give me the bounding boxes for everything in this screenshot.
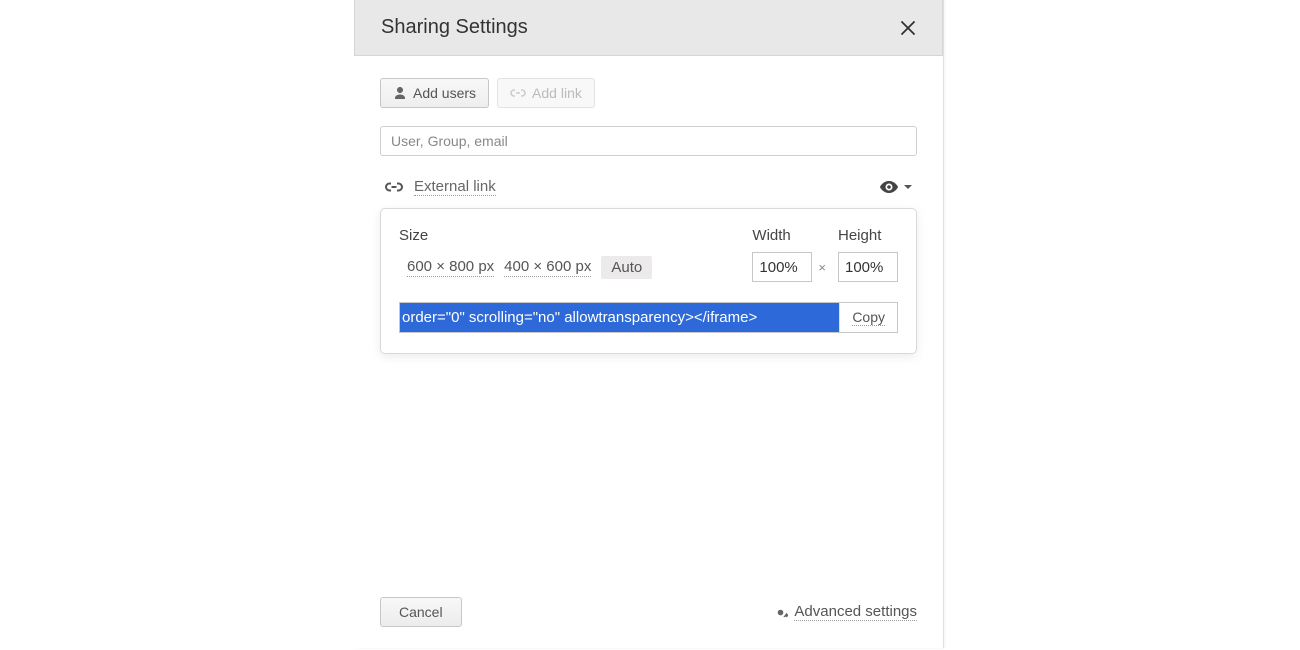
copy-label: Copy xyxy=(852,309,885,326)
user-icon xyxy=(393,86,407,100)
external-link-left: External link xyxy=(384,178,496,196)
copy-button[interactable]: Copy xyxy=(839,303,897,332)
preset-400x600[interactable]: 400 × 600 px xyxy=(504,258,591,277)
embed-panel: Size 600 × 800 px 400 × 600 px Auto Widt… xyxy=(380,208,917,354)
modal-header: Sharing Settings xyxy=(354,0,943,56)
add-users-button[interactable]: Add users xyxy=(380,78,489,108)
advanced-settings-label: Advanced settings xyxy=(794,603,917,621)
action-buttons-row: Add users Add link xyxy=(380,78,917,108)
embed-code-input[interactable]: order="0" scrolling="no" allowtransparen… xyxy=(400,303,839,332)
external-link-header: External link xyxy=(380,178,917,204)
visibility-dropdown[interactable] xyxy=(879,180,913,194)
height-input[interactable] xyxy=(838,252,898,282)
external-link-label[interactable]: External link xyxy=(414,178,496,196)
modal-footer: Cancel Advanced settings xyxy=(354,592,943,648)
preset-auto[interactable]: Auto xyxy=(601,256,652,279)
user-search-input[interactable] xyxy=(380,126,917,156)
multiply-symbol: × xyxy=(818,260,826,275)
width-group: Width × xyxy=(752,227,826,282)
sharing-settings-modal: Sharing Settings Add users Add link xyxy=(354,0,944,648)
close-icon xyxy=(900,20,916,36)
add-users-label: Add users xyxy=(413,85,476,101)
link-icon xyxy=(384,179,404,195)
modal-title: Sharing Settings xyxy=(381,16,528,39)
cancel-button[interactable]: Cancel xyxy=(380,597,462,627)
height-group: Height xyxy=(838,227,898,282)
width-input[interactable] xyxy=(752,252,812,282)
add-link-button[interactable]: Add link xyxy=(497,78,595,108)
height-label: Height xyxy=(838,227,898,244)
embed-code-row: order="0" scrolling="no" allowtransparen… xyxy=(399,302,898,333)
chevron-down-icon xyxy=(903,183,913,191)
preset-600x800[interactable]: 600 × 800 px xyxy=(407,258,494,277)
size-label: Size xyxy=(399,227,652,244)
add-link-label: Add link xyxy=(532,85,582,101)
link-icon xyxy=(510,86,526,100)
size-presets: 600 × 800 px 400 × 600 px Auto xyxy=(399,256,652,279)
close-button[interactable] xyxy=(900,20,916,36)
advanced-settings-link[interactable]: Advanced settings xyxy=(773,603,917,621)
width-label: Width xyxy=(752,227,826,244)
size-row: Size 600 × 800 px 400 × 600 px Auto Widt… xyxy=(399,227,898,282)
modal-body: Add users Add link External link xyxy=(354,56,943,592)
eye-icon xyxy=(879,180,899,194)
gear-icon xyxy=(773,605,788,620)
